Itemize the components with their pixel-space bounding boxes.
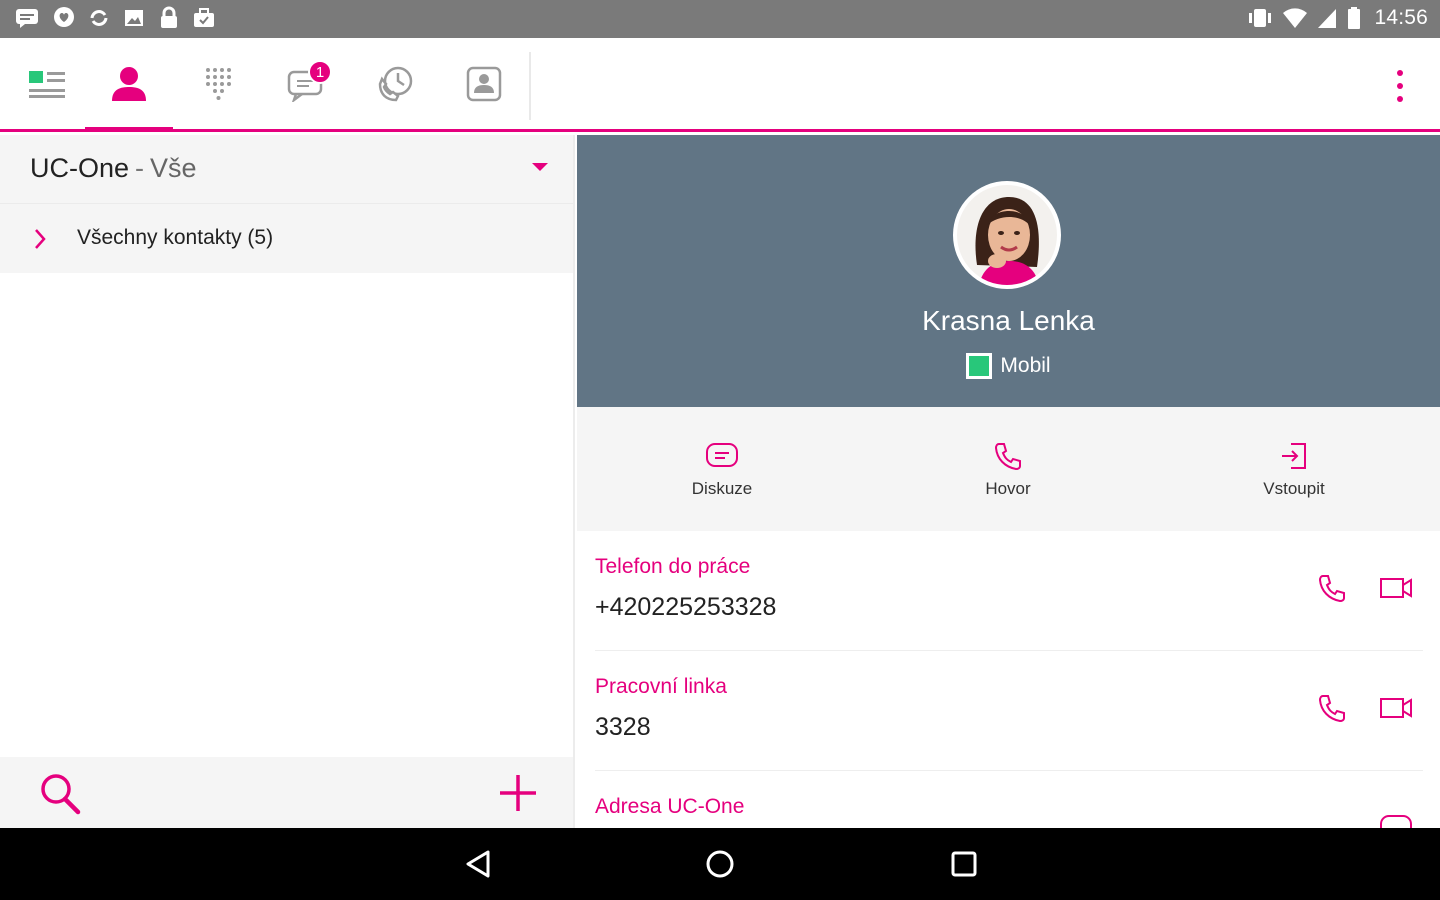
dialpad-icon [206,68,231,100]
enter-icon [1282,443,1306,469]
recents-button[interactable] [944,846,984,882]
clock: 14:56 [1374,6,1428,29]
avatar [953,181,1061,289]
tab-dialpad[interactable] [174,38,262,130]
wifi-icon [1283,8,1308,28]
back-button[interactable] [458,846,498,882]
contact-group-label: Všechny kontakty (5) [77,226,274,249]
add-contact-button[interactable] [494,769,542,817]
chat-icon[interactable] [1379,813,1413,828]
status-bar: 14:56 [0,0,1440,38]
contacts-panel: UC-One - Vše Všechny kontakty (5) [0,135,575,828]
presence-label: Mobil [1000,354,1051,377]
overflow-menu-icon[interactable] [1388,68,1412,104]
join-action-label: Vstoupit [1263,479,1325,498]
contact-card-icon [466,66,502,102]
directory-selector[interactable]: UC-One - Vše [0,135,573,203]
notification-icons [14,6,216,30]
call-button-icon[interactable] [1317,573,1347,603]
detail-row-work-phone: Telefon do práce +420225253328 [595,531,1423,651]
signal-icon [1318,9,1337,28]
tab-contacts[interactable] [85,38,173,132]
back-icon [466,850,490,878]
battery-icon [1348,7,1361,29]
call-action-button[interactable]: Hovor [928,441,1088,499]
recents-icon [951,851,977,877]
messages-icon [16,9,38,28]
tab-divider [529,52,531,120]
briefcase-icon [194,8,214,27]
contact-detail-panel: Krasna Lenka Mobil Diskuze Hovor Vstoupi… [577,135,1440,828]
home-button[interactable] [700,846,740,882]
lock-icon [161,6,177,28]
detail-row-work-extension: Pracovní linka 3328 [595,651,1423,771]
contact-group-row[interactable]: Všechny kontakty (5) [0,203,573,273]
chat-action-button[interactable]: Diskuze [642,441,802,499]
search-icon [41,774,81,815]
chat-action-label: Diskuze [691,479,753,498]
contact-name: Krasna Lenka [922,305,1095,336]
detail-value: 3328 [595,713,651,741]
call-history-icon [378,66,413,102]
phone-icon [994,443,1021,471]
video-call-icon[interactable] [1379,695,1413,721]
tab-chat[interactable] [262,38,350,130]
vibrate-icon [1249,9,1272,27]
search-button[interactable] [36,769,84,817]
image-icon [125,10,143,26]
chat-icon [706,443,738,467]
directory-filter: Vše [150,153,197,183]
system-navigation-bar [0,828,1440,900]
join-action-button[interactable]: Vstoupit [1214,441,1374,499]
main-tab-bar: 1 [0,38,1440,132]
contact-actions: Diskuze Hovor Vstoupit [577,407,1440,531]
detail-row-uc-one-address: Adresa UC-One [595,771,1423,828]
tab-presence[interactable] [4,38,92,130]
contacts-toolbar [0,757,573,828]
directory-title: UC-One - Vše [30,153,197,184]
detail-label: Adresa UC-One [595,795,745,818]
unread-badge: 1 [308,60,332,84]
chevron-right-icon [35,229,46,249]
dropdown-arrow-icon[interactable] [532,163,548,171]
sync-icon [90,10,108,26]
directory-name: UC-One [30,153,130,183]
plus-icon [500,775,536,811]
video-call-icon[interactable] [1379,575,1413,601]
presence-status: Mobil [577,353,1440,379]
tab-my-room[interactable] [440,38,528,130]
call-action-label: Hovor [985,479,1031,498]
heart-chat-icon [54,7,74,27]
avatar-photo [957,185,1057,285]
presence-indicator-icon [966,353,993,379]
presence-list-icon [29,71,65,98]
person-icon [112,67,146,101]
detail-value: +420225253328 [595,593,777,621]
detail-label: Telefon do práce [595,555,751,578]
contact-header: Krasna Lenka Mobil [577,135,1440,407]
home-icon [706,850,734,878]
detail-label: Pracovní linka [595,675,727,698]
call-button-icon[interactable] [1317,693,1347,723]
tab-call-history[interactable] [352,38,440,130]
directory-separator: - [135,153,145,183]
system-icons: 14:56 [1246,6,1428,30]
